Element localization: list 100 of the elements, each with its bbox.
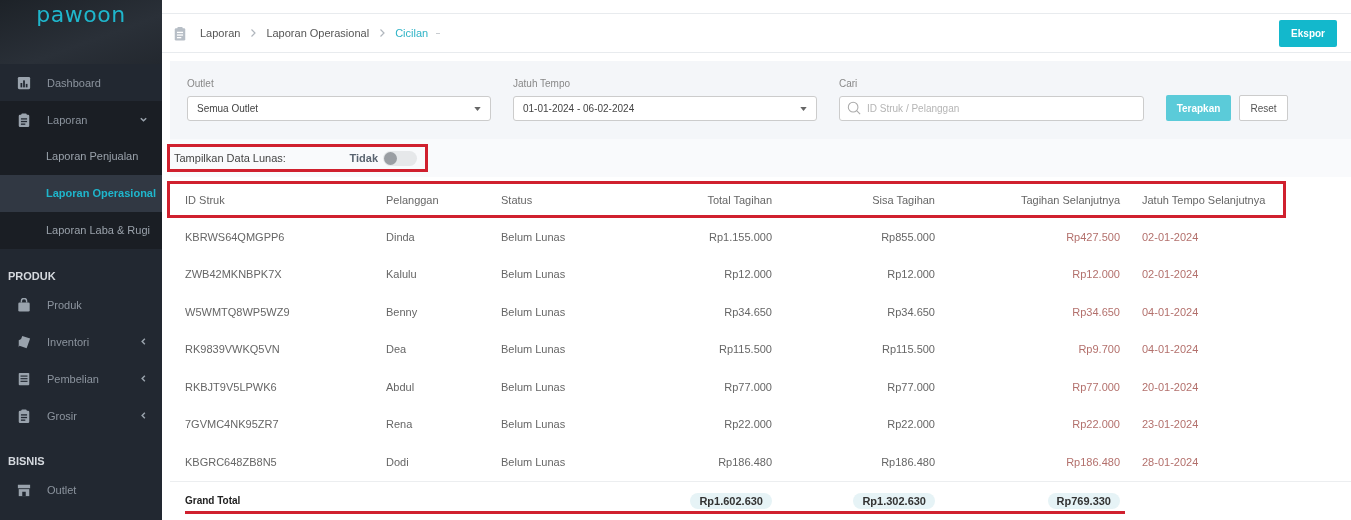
table-cell-text: Rp12.000 [723,268,772,281]
chevron-right-icon [249,28,258,38]
clipboard-icon [17,112,31,127]
table-cell-text: 7GVMC4NK95ZR7 [185,418,280,431]
sidebar-item[interactable]: Inventori [0,323,162,360]
table-cell-text: Belum Lunas [501,455,567,468]
table-cell-text: Rp22.000 [723,418,772,431]
field-label: Jatuh Tempo [513,78,572,89]
toggle-switch[interactable] [383,150,417,166]
column-header: Sisa Tagihan [871,193,935,206]
total-value: Rp1.302.630 [853,492,935,509]
table-cell-text: 04-01-2024 [1141,305,1200,318]
column-header: Jatuh Tempo Selanjutnya [1141,193,1267,206]
section-heading: PRODUK [7,269,57,284]
table-cell-text: KBRWS64QMGPP6 [185,230,286,243]
sidebar-subitem[interactable]: Laporan Operasional [0,175,162,212]
table-cell-text: Kalulu [386,268,418,281]
table-cell-text: 23-01-2024 [1141,418,1200,431]
table-cell-text: Rp9.700 [1077,343,1120,356]
outlet-select[interactable]: Semua Outlet [187,96,491,121]
clipboard-icon [17,408,31,423]
dropdown-dash-icon [436,32,441,34]
table-cell-text: 02-01-2024 [1141,230,1200,243]
caret-icon [800,106,807,111]
breadcrumb-link[interactable]: Cicilan [395,27,429,39]
table-cell-text: Dea [386,343,408,356]
table-cell-text: Abdul [386,380,416,393]
column-header: Tagihan Selanjutnya [1019,193,1120,206]
table-cell-text: Rp1.155.000 [708,230,772,243]
table-cell-text: Rp34.650 [886,305,935,318]
store-icon [17,482,31,497]
toggle-state: Tidak [349,152,378,164]
table-cell-text: Rp186.480 [1065,455,1120,468]
toggle-label: Tampilkan Data Lunas: [174,152,286,164]
table-cell-text: 02-01-2024 [1141,268,1200,281]
logo: pawoon [36,2,126,28]
table-cell-text: Rp22.000 [1071,418,1120,431]
table-cell-text: Rp34.650 [1071,305,1120,318]
table-cell-text: Rp12.000 [1071,268,1120,281]
column-header: Total Tagihan [706,193,772,206]
chevron-right-icon [378,28,387,38]
sidebar-item[interactable]: Grosir [0,397,162,434]
table-cell-text: RKBJT9V5LPWK6 [185,380,278,393]
table-cell-text: RK9839VWKQ5VN [185,343,281,356]
sidebar-item[interactable]: Laporan [0,101,162,138]
section-heading: BISNIS [7,454,46,469]
sidebar-subitem[interactable]: Laporan Penjualan [0,138,162,175]
table-cell-text: Dinda [386,230,416,243]
table-cell-text: Belum Lunas [501,418,567,431]
breadcrumb-link[interactable]: Laporan [200,27,241,39]
total-value: Rp769.330 [1047,492,1120,509]
table-cell-text: Rp12.000 [886,268,935,281]
receipt-icon [17,371,31,386]
sidebar-item[interactable]: Pembelian [0,360,162,397]
table-cell-text: Belum Lunas [501,380,567,393]
table-cell-text: Rena [386,418,414,431]
table-cell-text: Rp855.000 [880,230,935,243]
clipboard-icon [173,25,187,41]
table-cell-text: Rp77.000 [886,380,935,393]
caret-icon [474,106,481,111]
column-header: Status [501,193,534,206]
search-icon [847,101,861,115]
sidebar-item[interactable]: Dashboard [0,64,162,101]
date-range-select[interactable]: 01-01-2024 - 06-02-2024 [513,96,817,121]
sidebar-item[interactable]: Produk [0,286,162,323]
table-cell-text: KBGRC648ZB8N5 [185,455,278,468]
table-cell-text: Rp115.500 [718,343,772,356]
total-label: Grand Total [185,495,242,506]
bag-icon [17,297,31,312]
table-cell-text: Belum Lunas [501,305,567,318]
table-cell-text: ZWB42MKNBPK7X [185,268,283,281]
chart-icon [17,75,31,90]
table-cell-text: 28-01-2024 [1141,455,1200,468]
sidebar-item[interactable]: Outlet [0,471,162,508]
total-value: Rp1.602.630 [690,492,772,509]
field-label: Cari [839,78,859,89]
table-cell-text: Rp34.650 [723,305,772,318]
table-cell-text: W5WMTQ8WP5WZ9 [185,305,291,318]
table-cell-text: Dodi [386,455,410,468]
breadcrumb-link[interactable]: Laporan Operasional [266,27,370,39]
sidebar-subitem[interactable]: Laporan Laba & Rugi [0,212,162,249]
table-cell-text: Benny [386,305,419,318]
reset-button[interactable]: Reset [1239,95,1288,121]
table-cell-text: Belum Lunas [501,230,567,243]
tags-icon [17,334,31,349]
table-cell-text: Belum Lunas [501,268,567,281]
search-field[interactable]: ID Struk / Pelanggan [839,96,1144,121]
table-cell-text: Rp22.000 [886,418,935,431]
table-cell-text: Rp186.480 [717,455,772,468]
column-header: Pelanggan [386,193,440,206]
table-cell-text: Rp77.000 [723,380,772,393]
table-cell-text: Belum Lunas [501,343,567,356]
table-cell-text: Rp186.480 [880,455,935,468]
table-cell-text: 20-01-2024 [1141,380,1200,393]
column-header: ID Struk [185,193,226,206]
table-cell-text: Rp115.500 [881,343,935,356]
field-label: Outlet [187,78,215,89]
table-cell-text: Rp427.500 [1065,230,1120,243]
table-cell-text: 04-01-2024 [1141,343,1200,356]
table-cell-text: Rp77.000 [1071,380,1120,393]
